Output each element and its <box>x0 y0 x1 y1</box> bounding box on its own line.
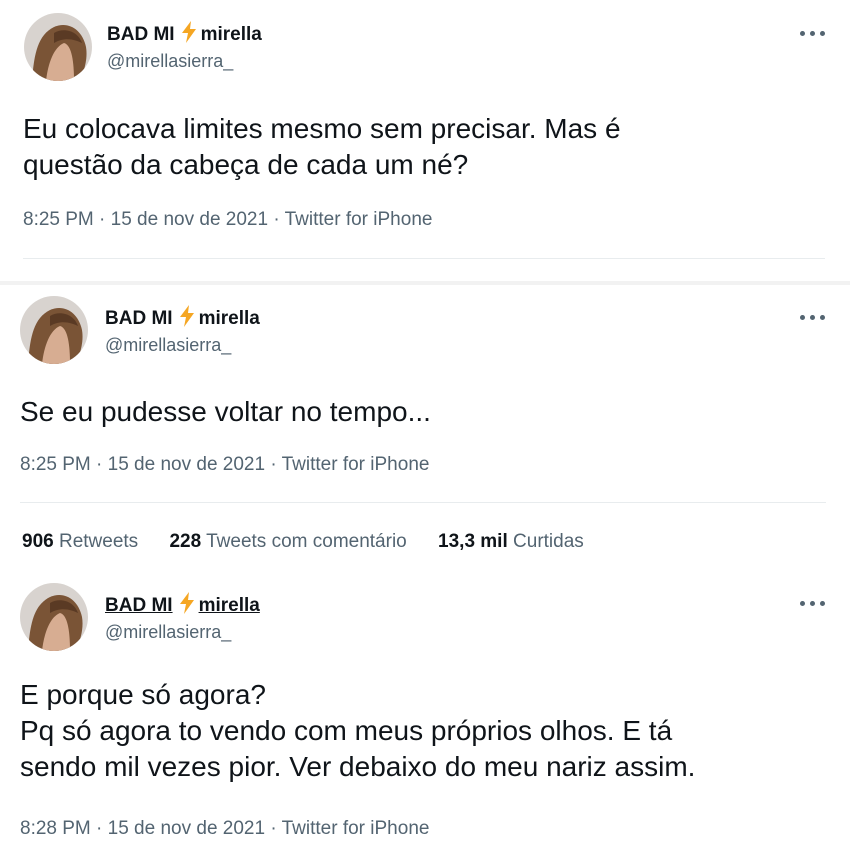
lightning-bolt-icon <box>179 592 195 620</box>
avatar[interactable] <box>20 296 88 364</box>
tweet-text: Eu colocava limites mesmo sem precisar. … <box>23 111 621 183</box>
display-name[interactable]: BAD MI mirella <box>105 592 260 620</box>
divider <box>23 258 825 259</box>
handle[interactable]: @mirellasierra_ <box>105 334 231 356</box>
avatar[interactable] <box>24 13 92 81</box>
retweets-stat[interactable]: 906 Retweets <box>22 531 138 552</box>
engagement-stats: 906 Retweets 228 Tweets com comentário 1… <box>22 531 610 553</box>
avatar[interactable] <box>20 583 88 651</box>
display-name-text: BAD MI <box>107 24 175 45</box>
likes-count: 13,3 mil <box>438 531 508 552</box>
display-name-suffix: mirella <box>198 595 260 616</box>
ellipsis-icon[interactable] <box>800 315 826 321</box>
display-name-text: BAD MI <box>105 308 173 329</box>
tweet-timestamp[interactable]: 8:25 PM · 15 de nov de 2021 · Twitter fo… <box>23 209 432 231</box>
quotes-stat[interactable]: 228 Tweets com comentário <box>169 531 406 552</box>
tweet-1: BAD MI mirella @mirellasierra_ Eu colocav… <box>0 0 850 281</box>
lightning-bolt-icon <box>181 21 197 49</box>
tweet-text-line: E porque só agora? <box>20 679 266 710</box>
display-name-suffix: mirella <box>200 24 262 45</box>
tweet-timestamp[interactable]: 8:28 PM · 15 de nov de 2021 · Twitter fo… <box>20 818 429 840</box>
retweets-label: Retweets <box>58 531 139 552</box>
tweet-3: BAD MI mirella @mirellasierra_ E porque s… <box>0 575 850 850</box>
tweet-text-line: Se eu pudesse voltar no tempo... <box>20 396 431 427</box>
likes-label: Curtidas <box>513 531 584 552</box>
tweet-text-line: sendo mil vezes pior. Ver debaixo do meu… <box>20 751 696 782</box>
quotes-count: 228 <box>169 531 202 552</box>
tweet-timestamp[interactable]: 8:25 PM · 15 de nov de 2021 · Twitter fo… <box>20 454 429 476</box>
tweet-text: Se eu pudesse voltar no tempo... <box>20 394 431 430</box>
tweet-text-line: questão da cabeça de cada um né? <box>23 149 469 180</box>
handle[interactable]: @mirellasierra_ <box>107 50 233 72</box>
tweet-text-line: Eu colocava limites mesmo sem precisar. … <box>23 113 621 144</box>
lightning-bolt-icon <box>179 305 195 333</box>
display-name-suffix: mirella <box>198 308 260 329</box>
display-name[interactable]: BAD MI mirella <box>105 305 260 333</box>
display-name-text: BAD MI <box>105 595 173 616</box>
tweet-text-line: Pq só agora to vendo com meus próprios o… <box>20 715 673 746</box>
handle[interactable]: @mirellasierra_ <box>105 621 231 643</box>
display-name[interactable]: BAD MI mirella <box>107 21 262 49</box>
retweets-count: 906 <box>22 531 54 552</box>
divider <box>20 502 826 503</box>
ellipsis-icon[interactable] <box>800 601 826 607</box>
likes-stat[interactable]: 13,3 mil Curtidas <box>438 531 584 552</box>
tweet-text: E porque só agora? Pq só agora to vendo … <box>20 677 695 785</box>
quotes-label: Tweets com comentário <box>206 531 407 552</box>
ellipsis-icon[interactable] <box>800 31 826 37</box>
